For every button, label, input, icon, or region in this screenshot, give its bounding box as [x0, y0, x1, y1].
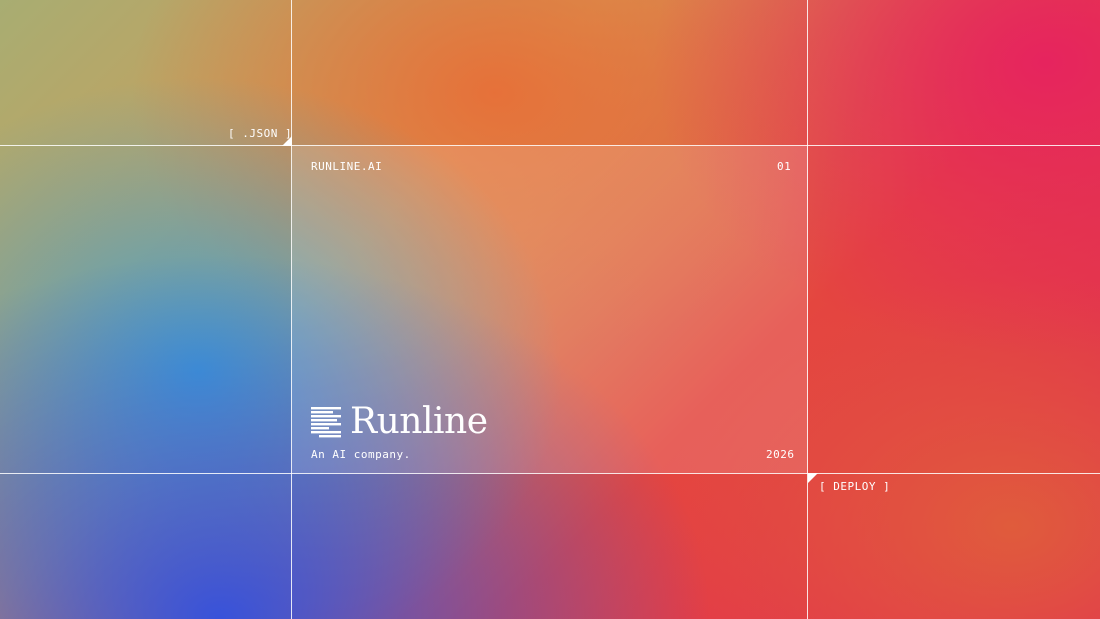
grid-line-vertical-left [291, 0, 292, 619]
corner-marker-bottom-right [808, 473, 818, 483]
year-label: 2026 [766, 448, 795, 461]
grid-line-vertical-right [807, 0, 808, 619]
striped-lines-icon [311, 406, 341, 437]
tagline: An AI company. [311, 448, 411, 461]
logo-wordmark: Runline [350, 401, 488, 442]
runline-logo: Runline [311, 402, 488, 442]
tag-json: [ .JSON ] [228, 127, 293, 140]
slide-number: 01 [777, 160, 792, 173]
tag-deploy: [ DEPLOY ] [819, 480, 891, 493]
brand-domain: RUNLINE.AI [311, 160, 383, 173]
grid-line-horizontal-top [0, 145, 1100, 146]
grid-line-horizontal-bottom [0, 473, 1100, 474]
